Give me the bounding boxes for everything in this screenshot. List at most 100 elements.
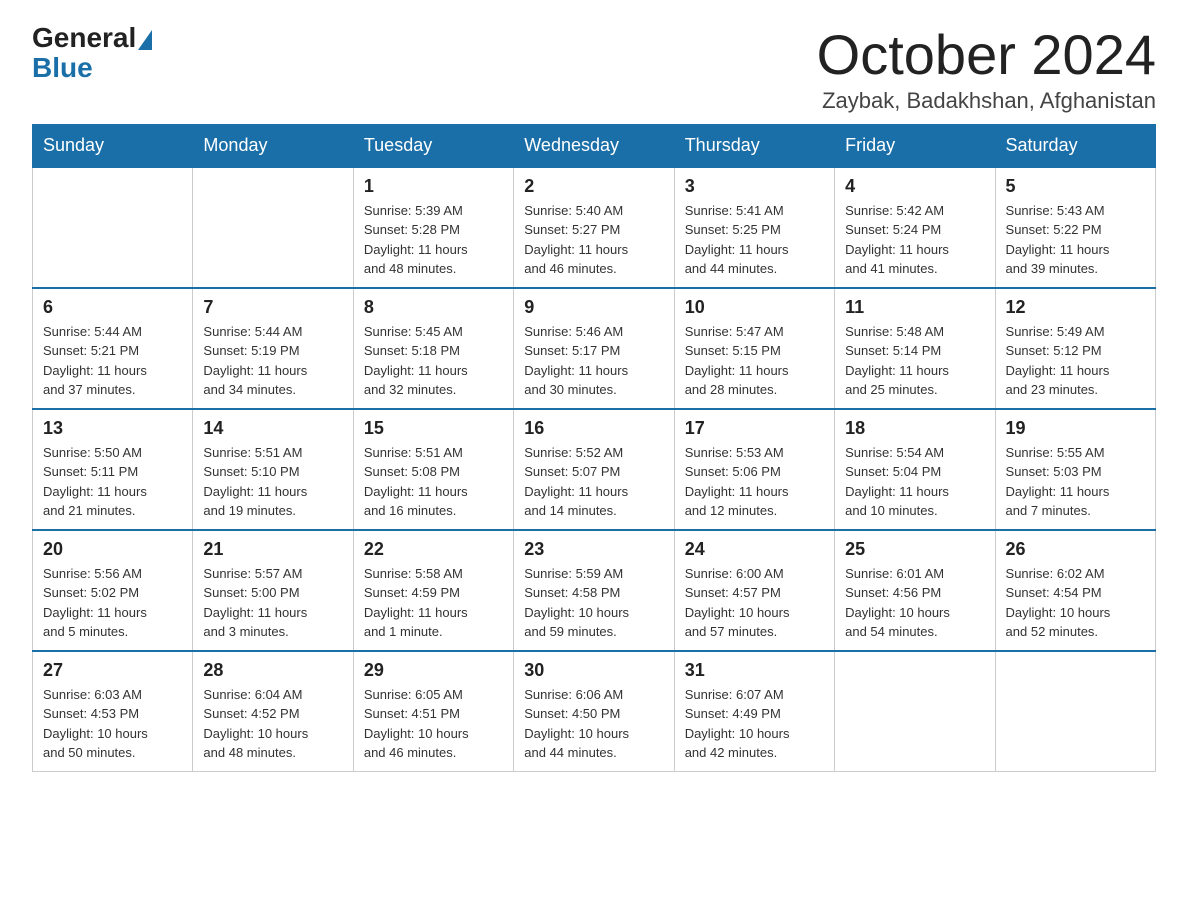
calendar-week-row: 6Sunrise: 5:44 AMSunset: 5:21 PMDaylight… bbox=[33, 288, 1156, 409]
calendar-cell: 22 Sunrise: 5:58 AMSunset: 4:59 PMDayligh… bbox=[353, 530, 513, 651]
day-info: Sunrise: 5:57 AMSunset: 5:00 PMDaylight:… bbox=[203, 564, 342, 642]
calendar-cell: 13Sunrise: 5:50 AMSunset: 5:11 PMDayligh… bbox=[33, 409, 193, 530]
calendar-cell: 29 Sunrise: 6:05 AMSunset: 4:51 PMDayligh… bbox=[353, 651, 513, 772]
calendar-cell: 28Sunrise: 6:04 AMSunset: 4:52 PMDayligh… bbox=[193, 651, 353, 772]
calendar-cell: 27 Sunrise: 6:03 AMSunset: 4:53 PMDayligh… bbox=[33, 651, 193, 772]
calendar-cell: 12 Sunrise: 5:49 AMSunset: 5:12 PMDayligh… bbox=[995, 288, 1155, 409]
day-number: 9 bbox=[524, 297, 663, 318]
day-info: Sunrise: 5:45 AMSunset: 5:18 PMDaylight:… bbox=[364, 322, 503, 400]
day-number: 11 bbox=[845, 297, 984, 318]
day-number: 22 bbox=[364, 539, 503, 560]
calendar-cell: 24 Sunrise: 6:00 AMSunset: 4:57 PMDayligh… bbox=[674, 530, 834, 651]
calendar-cell: 25 Sunrise: 6:01 AMSunset: 4:56 PMDayligh… bbox=[835, 530, 995, 651]
day-number: 14 bbox=[203, 418, 342, 439]
day-number: 8 bbox=[364, 297, 503, 318]
day-info: Sunrise: 5:49 AMSunset: 5:12 PMDaylight:… bbox=[1006, 322, 1145, 400]
day-info: Sunrise: 5:40 AMSunset: 5:27 PMDaylight:… bbox=[524, 201, 663, 279]
day-info: Sunrise: 5:46 AMSunset: 5:17 PMDaylight:… bbox=[524, 322, 663, 400]
calendar-cell: 26 Sunrise: 6:02 AMSunset: 4:54 PMDayligh… bbox=[995, 530, 1155, 651]
day-number: 19 bbox=[1006, 418, 1145, 439]
calendar-cell: 5 Sunrise: 5:43 AMSunset: 5:22 PMDaylight… bbox=[995, 167, 1155, 288]
calendar-cell: 10 Sunrise: 5:47 AMSunset: 5:15 PMDayligh… bbox=[674, 288, 834, 409]
logo-blue-text: Blue bbox=[32, 52, 93, 84]
calendar-cell: 30Sunrise: 6:06 AMSunset: 4:50 PMDayligh… bbox=[514, 651, 674, 772]
day-number: 27 bbox=[43, 660, 182, 681]
weekday-header-wednesday: Wednesday bbox=[514, 124, 674, 167]
calendar-cell bbox=[33, 167, 193, 288]
calendar-cell: 19 Sunrise: 5:55 AMSunset: 5:03 PMDayligh… bbox=[995, 409, 1155, 530]
calendar-cell: 21 Sunrise: 5:57 AMSunset: 5:00 PMDayligh… bbox=[193, 530, 353, 651]
day-info: Sunrise: 5:39 AMSunset: 5:28 PMDaylight:… bbox=[364, 201, 503, 279]
day-info: Sunrise: 5:51 AMSunset: 5:08 PMDaylight:… bbox=[364, 443, 503, 521]
calendar-cell bbox=[995, 651, 1155, 772]
calendar-cell: 20Sunrise: 5:56 AMSunset: 5:02 PMDayligh… bbox=[33, 530, 193, 651]
logo: General Blue bbox=[32, 24, 154, 84]
calendar-cell: 2 Sunrise: 5:40 AMSunset: 5:27 PMDaylight… bbox=[514, 167, 674, 288]
weekday-header-friday: Friday bbox=[835, 124, 995, 167]
day-number: 23 bbox=[524, 539, 663, 560]
day-number: 13 bbox=[43, 418, 182, 439]
day-info: Sunrise: 5:55 AMSunset: 5:03 PMDaylight:… bbox=[1006, 443, 1145, 521]
page-header: General Blue October 2024 Zaybak, Badakh… bbox=[32, 24, 1156, 114]
weekday-header-sunday: Sunday bbox=[33, 124, 193, 167]
calendar-cell: 15 Sunrise: 5:51 AMSunset: 5:08 PMDayligh… bbox=[353, 409, 513, 530]
day-info: Sunrise: 6:07 AMSunset: 4:49 PMDaylight:… bbox=[685, 685, 824, 763]
day-info: Sunrise: 5:54 AMSunset: 5:04 PMDaylight:… bbox=[845, 443, 984, 521]
weekday-header-thursday: Thursday bbox=[674, 124, 834, 167]
day-info: Sunrise: 6:05 AMSunset: 4:51 PMDaylight:… bbox=[364, 685, 503, 763]
day-info: Sunrise: 5:41 AMSunset: 5:25 PMDaylight:… bbox=[685, 201, 824, 279]
day-info: Sunrise: 5:44 AMSunset: 5:19 PMDaylight:… bbox=[203, 322, 342, 400]
day-info: Sunrise: 5:44 AMSunset: 5:21 PMDaylight:… bbox=[43, 322, 182, 400]
month-title: October 2024 bbox=[817, 24, 1156, 86]
day-info: Sunrise: 5:52 AMSunset: 5:07 PMDaylight:… bbox=[524, 443, 663, 521]
calendar-cell: 3 Sunrise: 5:41 AMSunset: 5:25 PMDaylight… bbox=[674, 167, 834, 288]
day-info: Sunrise: 5:56 AMSunset: 5:02 PMDaylight:… bbox=[43, 564, 182, 642]
calendar-cell: 23 Sunrise: 5:59 AMSunset: 4:58 PMDayligh… bbox=[514, 530, 674, 651]
weekday-header-row: SundayMondayTuesdayWednesdayThursdayFrid… bbox=[33, 124, 1156, 167]
day-number: 21 bbox=[203, 539, 342, 560]
day-number: 18 bbox=[845, 418, 984, 439]
day-number: 2 bbox=[524, 176, 663, 197]
day-info: Sunrise: 6:02 AMSunset: 4:54 PMDaylight:… bbox=[1006, 564, 1145, 642]
logo-triangle-icon bbox=[138, 30, 152, 50]
day-number: 3 bbox=[685, 176, 824, 197]
day-number: 25 bbox=[845, 539, 984, 560]
weekday-header-saturday: Saturday bbox=[995, 124, 1155, 167]
day-info: Sunrise: 5:43 AMSunset: 5:22 PMDaylight:… bbox=[1006, 201, 1145, 279]
day-info: Sunrise: 5:59 AMSunset: 4:58 PMDaylight:… bbox=[524, 564, 663, 642]
title-area: October 2024 Zaybak, Badakhshan, Afghani… bbox=[817, 24, 1156, 114]
calendar-cell: 16 Sunrise: 5:52 AMSunset: 5:07 PMDayligh… bbox=[514, 409, 674, 530]
calendar-week-row: 20Sunrise: 5:56 AMSunset: 5:02 PMDayligh… bbox=[33, 530, 1156, 651]
day-number: 12 bbox=[1006, 297, 1145, 318]
day-number: 7 bbox=[203, 297, 342, 318]
day-info: Sunrise: 5:53 AMSunset: 5:06 PMDaylight:… bbox=[685, 443, 824, 521]
day-info: Sunrise: 5:47 AMSunset: 5:15 PMDaylight:… bbox=[685, 322, 824, 400]
calendar-cell: 9 Sunrise: 5:46 AMSunset: 5:17 PMDaylight… bbox=[514, 288, 674, 409]
day-number: 29 bbox=[364, 660, 503, 681]
calendar-week-row: 13Sunrise: 5:50 AMSunset: 5:11 PMDayligh… bbox=[33, 409, 1156, 530]
calendar-cell: 18 Sunrise: 5:54 AMSunset: 5:04 PMDayligh… bbox=[835, 409, 995, 530]
day-info: Sunrise: 5:51 AMSunset: 5:10 PMDaylight:… bbox=[203, 443, 342, 521]
weekday-header-tuesday: Tuesday bbox=[353, 124, 513, 167]
day-number: 24 bbox=[685, 539, 824, 560]
day-info: Sunrise: 6:00 AMSunset: 4:57 PMDaylight:… bbox=[685, 564, 824, 642]
day-number: 26 bbox=[1006, 539, 1145, 560]
day-number: 5 bbox=[1006, 176, 1145, 197]
day-number: 10 bbox=[685, 297, 824, 318]
calendar-cell: 8 Sunrise: 5:45 AMSunset: 5:18 PMDaylight… bbox=[353, 288, 513, 409]
day-info: Sunrise: 5:42 AMSunset: 5:24 PMDaylight:… bbox=[845, 201, 984, 279]
day-number: 16 bbox=[524, 418, 663, 439]
calendar-cell: 17Sunrise: 5:53 AMSunset: 5:06 PMDayligh… bbox=[674, 409, 834, 530]
calendar-cell: 4Sunrise: 5:42 AMSunset: 5:24 PMDaylight… bbox=[835, 167, 995, 288]
calendar-cell: 1Sunrise: 5:39 AMSunset: 5:28 PMDaylight… bbox=[353, 167, 513, 288]
day-number: 15 bbox=[364, 418, 503, 439]
day-info: Sunrise: 6:01 AMSunset: 4:56 PMDaylight:… bbox=[845, 564, 984, 642]
day-number: 30 bbox=[524, 660, 663, 681]
calendar-cell: 7 Sunrise: 5:44 AMSunset: 5:19 PMDaylight… bbox=[193, 288, 353, 409]
logo-general-text: General bbox=[32, 24, 136, 52]
calendar-cell: 11Sunrise: 5:48 AMSunset: 5:14 PMDayligh… bbox=[835, 288, 995, 409]
calendar-cell bbox=[835, 651, 995, 772]
day-info: Sunrise: 6:03 AMSunset: 4:53 PMDaylight:… bbox=[43, 685, 182, 763]
calendar-cell: 14 Sunrise: 5:51 AMSunset: 5:10 PMDayligh… bbox=[193, 409, 353, 530]
day-info: Sunrise: 5:58 AMSunset: 4:59 PMDaylight:… bbox=[364, 564, 503, 642]
